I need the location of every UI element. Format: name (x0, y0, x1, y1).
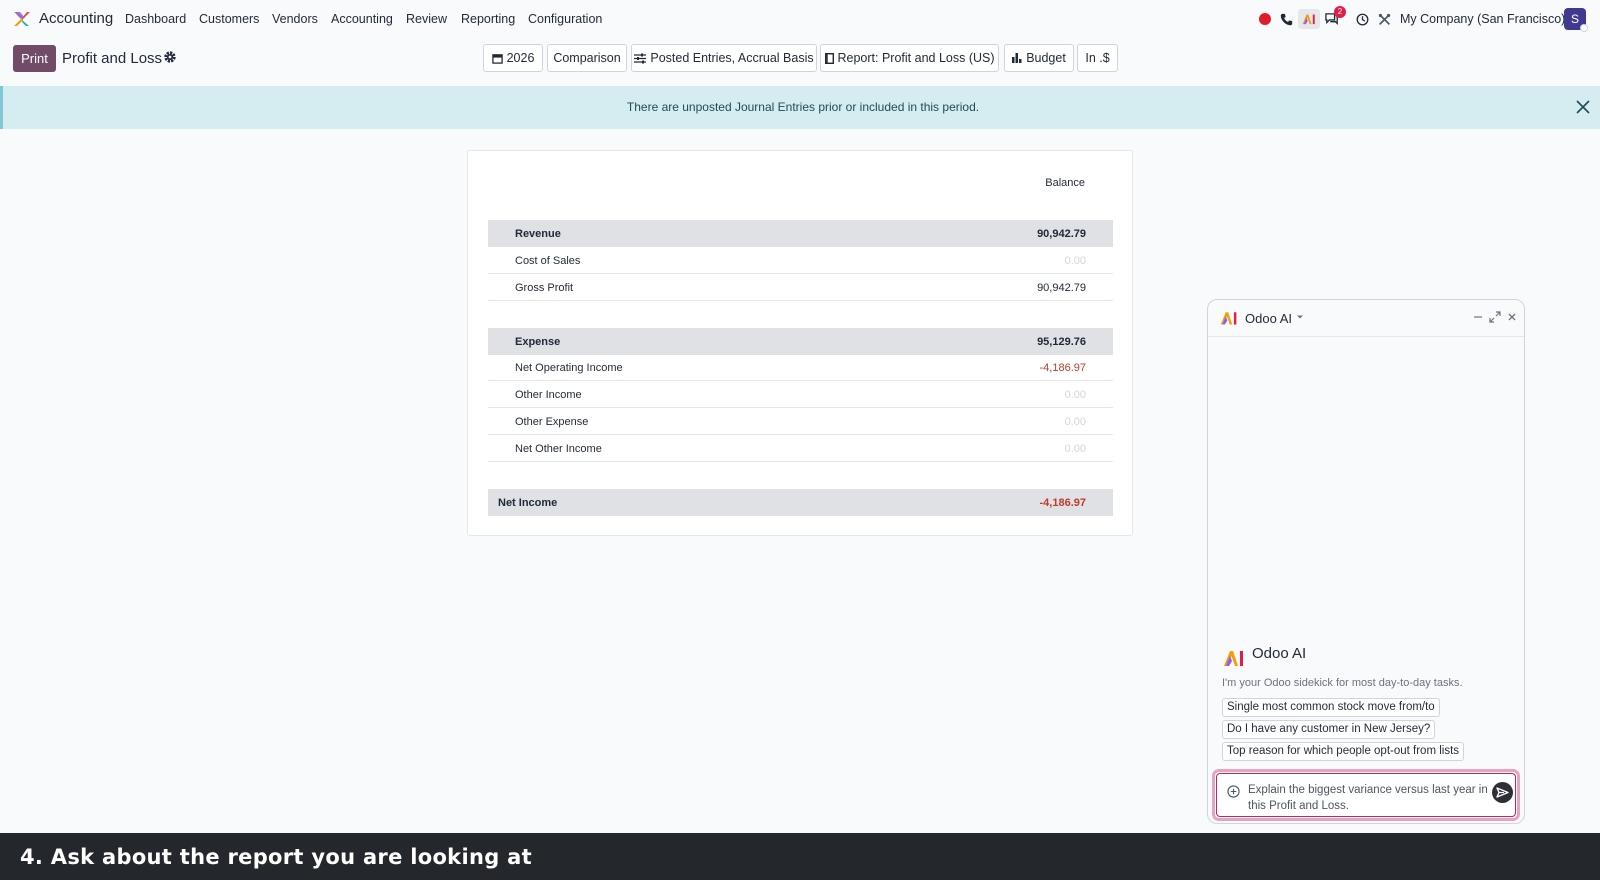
record-dot-icon (1259, 13, 1271, 25)
menu-dashboard[interactable]: Dashboard (125, 12, 186, 26)
row-label: Net Income (498, 497, 558, 509)
ai-welcome-title: Odoo AI (1252, 645, 1307, 662)
ai-agent-selector[interactable]: Odoo AI (1245, 311, 1292, 326)
odoo-ai-button[interactable] (1298, 9, 1320, 29)
clock-icon (1356, 13, 1368, 25)
report-row-other-income[interactable]: Other Income 0.00 (488, 381, 1113, 408)
gear-icon[interactable] (163, 50, 177, 64)
report-row-net-operating-income[interactable]: Net Operating Income -4,186.97 (488, 354, 1113, 381)
row-amount[interactable]: 90,942.79 (1037, 282, 1086, 294)
row-label: Cost of Sales (515, 255, 581, 267)
tutorial-caption-bar: 4. Ask about the report you are looking … (0, 833, 1600, 880)
row-label: Expense (515, 336, 561, 348)
row-amount[interactable]: -4,186.97 (1040, 362, 1086, 374)
odoo-ai-icon (1302, 14, 1315, 25)
print-button[interactable]: Print (13, 45, 56, 72)
book-icon (824, 52, 834, 64)
suggestion-chip[interactable]: Do I have any customer in New Jersey? (1222, 720, 1436, 739)
ai-prompt-text[interactable]: Explain the biggest variance versus last… (1248, 782, 1488, 814)
accounting-app-icon[interactable] (12, 9, 32, 29)
row-label: Other Income (515, 389, 582, 401)
send-button[interactable] (1492, 782, 1513, 803)
company-switcher[interactable]: My Company (San Francisco) (1400, 12, 1565, 26)
report-row-other-expense[interactable]: Other Expense 0.00 (488, 408, 1113, 435)
comparison-label: Comparison (553, 51, 621, 65)
odoo-ai-panel: Odoo AI Odoo AI I'm your Odoo sidekick f… (1207, 299, 1525, 824)
user-avatar[interactable]: S (1564, 8, 1588, 32)
row-amount[interactable]: 0.00 (1065, 389, 1086, 401)
close-icon[interactable] (1575, 99, 1591, 115)
debug-tools-button[interactable] (1376, 10, 1392, 28)
bar-chart-icon (1012, 53, 1022, 63)
close-icon[interactable] (1505, 310, 1519, 324)
row-amount[interactable]: 0.00 (1065, 255, 1086, 267)
ai-panel-header: Odoo AI (1208, 300, 1524, 337)
report-row-net-other-income[interactable]: Net Other Income 0.00 (488, 435, 1113, 462)
period-filter-button[interactable]: 2026 (483, 44, 543, 72)
minimize-icon[interactable] (1471, 310, 1485, 324)
activities-button[interactable] (1354, 10, 1370, 28)
report-row-cost-of-sales[interactable]: Cost of Sales 0.00 (488, 247, 1113, 274)
ai-prompt-composer[interactable]: Explain the biggest variance versus last… (1212, 769, 1520, 821)
menu-customers[interactable]: Customers (199, 12, 259, 26)
alert-message: There are unposted Journal Entries prior… (626, 100, 980, 114)
report-row-expense[interactable]: Expense 95,129.76 (488, 328, 1113, 355)
ai-welcome-description: I'm your Odoo sidekick for most day-to-d… (1222, 677, 1463, 689)
entries-filter-button[interactable]: Posted Entries, Accrual Basis (631, 44, 817, 72)
menu-configuration[interactable]: Configuration (528, 12, 602, 26)
top-navbar: Accounting Dashboard Customers Vendors A… (0, 0, 1600, 38)
comparison-filter-button[interactable]: Comparison (547, 44, 627, 72)
page-title: Profit and Loss (62, 50, 163, 67)
recording-indicator[interactable] (1258, 10, 1272, 28)
calendar-icon (491, 53, 503, 64)
row-label: Gross Profit (515, 282, 574, 294)
suggestion-chip[interactable]: Single most common stock move from/to (1222, 698, 1440, 717)
profit-and-loss-report: Balance Revenue 90,942.79 Cost of Sales … (467, 150, 1133, 536)
tutorial-caption: 4. Ask about the report you are looking … (20, 845, 532, 869)
tools-icon (1378, 13, 1390, 25)
currency-button[interactable]: In .$ (1077, 44, 1118, 72)
currency-label: In .$ (1085, 51, 1110, 65)
app-name[interactable]: Accounting (39, 10, 113, 27)
period-label: 2026 (506, 51, 535, 65)
budget-label: Budget (1026, 51, 1066, 65)
add-context-icon[interactable] (1227, 785, 1240, 798)
row-label: Revenue (515, 228, 561, 240)
menu-vendors[interactable]: Vendors (272, 12, 318, 26)
report-row-gross-profit[interactable]: Gross Profit 90,942.79 (488, 274, 1113, 301)
suggestion-chip[interactable]: Top reason for which people opt-out from… (1222, 742, 1465, 761)
unposted-entries-alert: There are unposted Journal Entries prior… (0, 86, 1600, 129)
budget-button[interactable]: Budget (1004, 44, 1074, 72)
odoo-ai-logo-icon (1224, 651, 1243, 666)
report-row-revenue[interactable]: Revenue 90,942.79 (488, 220, 1113, 247)
row-amount[interactable]: 95,129.76 (1037, 336, 1086, 348)
expand-icon[interactable] (1488, 310, 1502, 324)
row-amount[interactable]: 0.00 (1065, 416, 1086, 428)
row-amount[interactable]: 0.00 (1065, 443, 1086, 455)
chevron-down-icon[interactable] (1296, 313, 1304, 321)
phone-button[interactable] (1278, 10, 1294, 28)
ai-prompt-input[interactable]: Explain the biggest variance versus last… (1216, 773, 1516, 817)
row-label: Net Operating Income (515, 362, 623, 374)
row-amount[interactable]: -4,186.97 (1040, 497, 1086, 509)
odoo-ai-logo-icon (1220, 312, 1237, 325)
row-label: Other Expense (515, 416, 589, 428)
menu-review[interactable]: Review (406, 12, 447, 26)
report-variant-label: Report: Profit and Loss (US) (837, 51, 995, 65)
balance-column-header: Balance (1045, 177, 1085, 189)
messages-button[interactable]: 2 (1324, 6, 1346, 28)
report-variant-button[interactable]: Report: Profit and Loss (US) (820, 44, 999, 72)
report-row-net-income[interactable]: Net Income -4,186.97 (488, 489, 1113, 516)
status-dot (1580, 24, 1588, 32)
send-icon (1496, 787, 1509, 798)
row-amount[interactable]: 90,942.79 (1037, 228, 1086, 240)
messages-badge: 2 (1334, 6, 1346, 18)
phone-icon (1280, 13, 1292, 25)
sliders-icon (634, 53, 647, 63)
row-label: Net Other Income (515, 443, 602, 455)
entries-label: Posted Entries, Accrual Basis (650, 51, 814, 65)
menu-reporting[interactable]: Reporting (461, 12, 515, 26)
menu-accounting[interactable]: Accounting (331, 12, 393, 26)
avatar-letter: S (1570, 12, 1579, 26)
